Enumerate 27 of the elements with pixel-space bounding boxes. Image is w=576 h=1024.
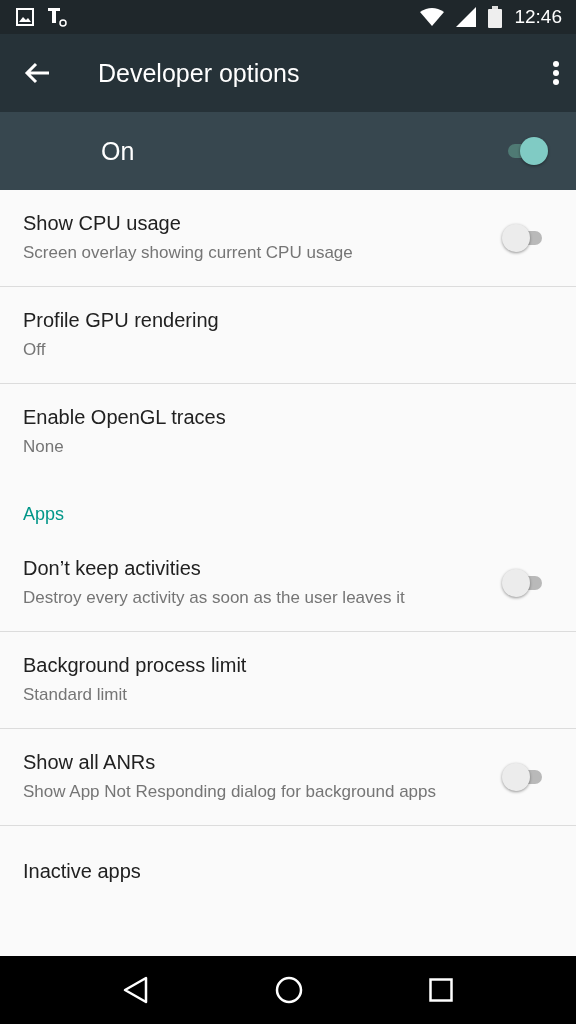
carrier-icon [46, 6, 68, 28]
setting-title[interactable]: Show CPU usage [23, 212, 502, 235]
setting-title[interactable]: Inactive apps [23, 859, 548, 883]
setting-summary: Show App Not Responding dialog for background apps [23, 781, 437, 803]
setting-title[interactable]: Background process limit [23, 654, 548, 677]
home-icon[interactable] [275, 976, 303, 1004]
setting-title[interactable]: Don’t keep activities [23, 557, 502, 580]
setting-summary: Off [23, 339, 47, 361]
master-switch-label: On [101, 136, 136, 166]
setting-summary: Standard limit [23, 684, 128, 706]
battery-icon [488, 6, 503, 28]
setting-summary: Screen overlay showing current CPU usage [23, 242, 354, 264]
setting-title[interactable]: Profile GPU rendering [23, 309, 548, 332]
clock-time: 12:46 [514, 6, 562, 28]
category-header: Apps [22, 503, 66, 526]
image-icon [16, 8, 34, 26]
setting-title[interactable]: Enable OpenGL traces [23, 406, 548, 429]
setting-summary: None [23, 436, 65, 458]
overflow-menu-icon[interactable] [552, 60, 560, 86]
signal-icon [456, 7, 477, 27]
screen-title: Developer options [98, 58, 301, 88]
setting-summary: Destroy every activity as soon as the user leaves it [23, 587, 406, 609]
back-arrow-icon[interactable] [24, 62, 50, 84]
recents-icon[interactable] [429, 978, 453, 1002]
back-icon[interactable] [123, 976, 149, 1004]
wifi-icon [420, 8, 445, 26]
setting-title[interactable]: Show all ANRs [23, 751, 502, 774]
